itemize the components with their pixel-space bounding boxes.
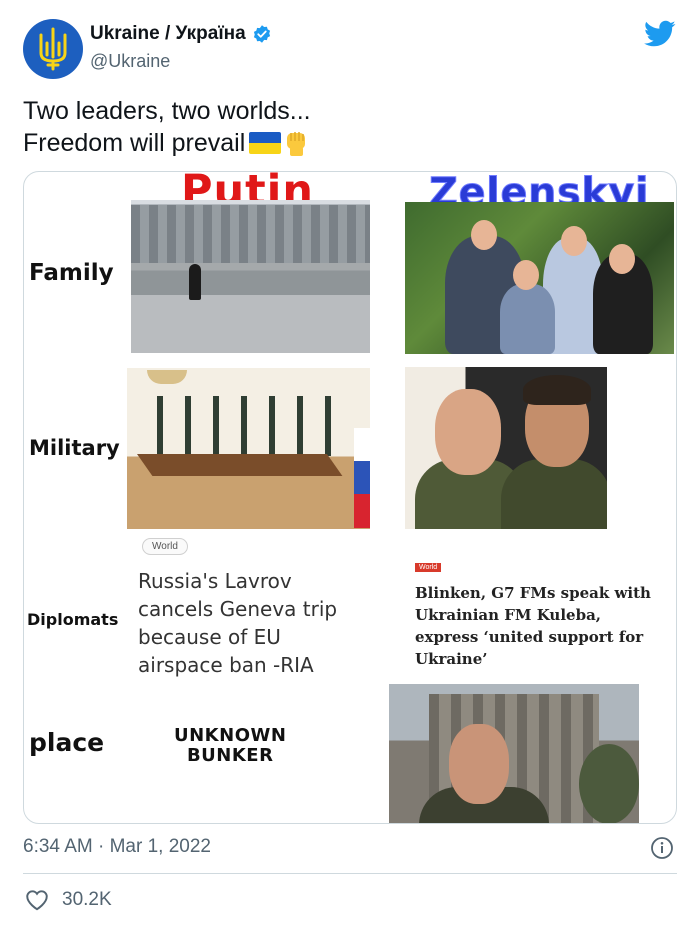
row-label-family: Family [29,260,114,286]
tweet-line-1: Two leaders, two worlds... [23,97,311,125]
avatar[interactable] [23,19,83,79]
photo-zelenskyi-family [405,202,674,354]
author-name-row[interactable]: Ukraine / Україна [90,23,272,45]
tweet-line-2-text: Freedom will prevail [23,129,246,157]
twitter-bird-icon[interactable] [644,20,676,48]
tweet-timestamp[interactable]: 6:34 AM · Mar 1, 2022 [23,836,211,858]
news-tag-left: World [142,538,188,555]
like-count: 30.2K [62,889,112,910]
tweet-line-2: Freedom will prevail [23,127,311,159]
row-label-place: place [29,728,105,757]
tweet-media-image[interactable]: Putin Zelenskyi Family Military Diplomat… [23,171,677,824]
bunker-line-1: UNKNOWN [174,725,287,746]
divider [23,873,677,874]
tweet-text: Two leaders, two worlds... Freedom will … [23,96,311,159]
display-name[interactable]: Ukraine / Україна [90,23,246,45]
photo-zelenskyi-place [389,684,639,823]
news-headline-left: Russia's Lavrov cancels Geneva trip beca… [138,569,338,677]
news-tag-right: World [415,563,442,572]
photo-zelenskyi-military [405,367,607,529]
photo-putin-military [127,368,370,529]
unknown-bunker-text: UNKNOWN BUNKER [174,726,286,766]
ukraine-flag-emoji [249,132,282,154]
author-handle[interactable]: @Ukraine [90,51,170,72]
news-headline-right: Blinken, G7 FMs speak with Ukrainian FM … [415,584,651,668]
info-icon[interactable] [650,836,674,860]
like-button[interactable]: 30.2K [24,887,112,913]
trident-icon [39,27,67,71]
photo-putin-family [131,200,370,353]
row-label-diplomats: Diplomats [27,610,119,629]
row-label-military: Military [29,436,120,460]
bunker-line-2: BUNKER [186,745,274,766]
verified-badge-icon [253,25,270,43]
raised-fist-emoji [287,132,306,156]
heart-icon [26,890,48,911]
